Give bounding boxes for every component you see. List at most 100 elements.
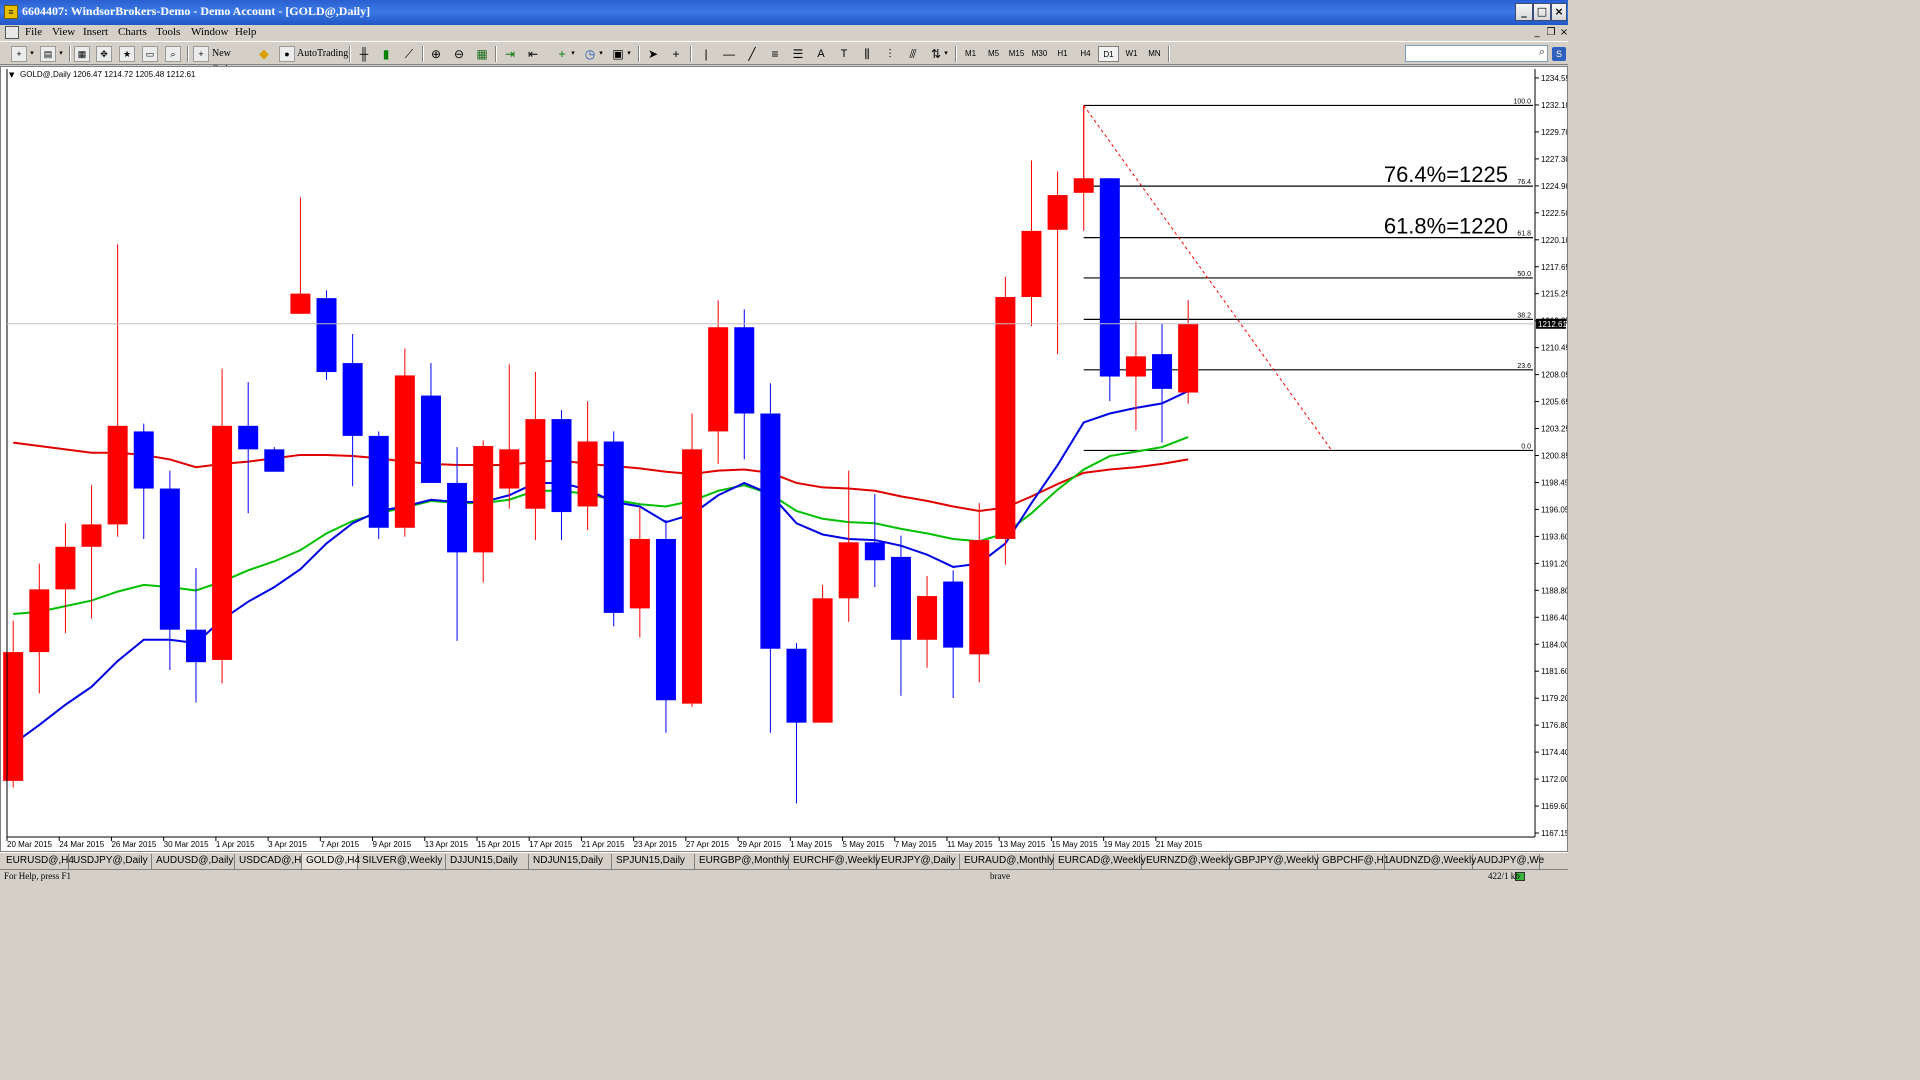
date-tick-label: 7 Apr 2015 bbox=[320, 840, 359, 849]
timeframe-m1[interactable]: M1 bbox=[960, 46, 981, 62]
autotrading-button[interactable]: AutoTrading bbox=[297, 46, 348, 62]
chart-window-icon[interactable] bbox=[5, 26, 19, 39]
menu-window[interactable]: Window bbox=[191, 26, 228, 38]
child-restore-icon[interactable]: ❐ bbox=[1544, 26, 1558, 39]
text-icon[interactable]: A bbox=[813, 46, 829, 62]
vertical-line-icon[interactable]: | bbox=[698, 46, 714, 62]
terminal-icon[interactable]: ▭ bbox=[142, 46, 158, 62]
new-order-button[interactable]: New Order bbox=[212, 46, 252, 75]
child-minimize-icon[interactable]: _ bbox=[1530, 26, 1544, 39]
indicators-icon[interactable]: + bbox=[554, 46, 570, 62]
timeframe-mn[interactable]: MN bbox=[1144, 46, 1165, 62]
metaeditor-icon[interactable]: ◆ bbox=[256, 46, 272, 62]
menu-charts[interactable]: Charts bbox=[118, 26, 147, 38]
menu-help[interactable]: Help bbox=[235, 26, 256, 38]
price-tick-label: 1234.55 bbox=[1541, 74, 1567, 83]
cursor-icon[interactable]: ➤ bbox=[645, 46, 661, 62]
chart-window[interactable]: 100.0 76.4 61.8 50.0 38.2 23.6 0.0 76.4%=1225 61… bbox=[0, 66, 1568, 852]
chevron-down-icon[interactable]: ▾ bbox=[625, 46, 633, 62]
symbol-tab[interactable]: GBPCHF@,H1 bbox=[1318, 854, 1389, 869]
chart-shift-icon[interactable]: ⇤ bbox=[525, 46, 541, 62]
candle-body bbox=[420, 395, 441, 483]
date-tick-label: 9 Apr 2015 bbox=[373, 840, 412, 849]
equidistant-channel-icon[interactable]: ≡ bbox=[767, 46, 783, 62]
timeframe-h4[interactable]: H4 bbox=[1075, 46, 1096, 62]
timeframe-d1[interactable]: D1 bbox=[1098, 46, 1119, 62]
data-window-icon[interactable]: ✥ bbox=[96, 46, 112, 62]
market-watch-icon[interactable]: ▦ bbox=[74, 46, 90, 62]
search-input[interactable]: ⌕ bbox=[1405, 45, 1548, 62]
timeframe-w1[interactable]: W1 bbox=[1121, 46, 1142, 62]
autoscroll-icon[interactable]: ⇥ bbox=[502, 46, 518, 62]
symbol-tab[interactable]: AUDUSD@,Daily bbox=[152, 854, 235, 869]
fibo-fan-icon[interactable]: ⫶ bbox=[882, 46, 898, 62]
templates-icon[interactable]: ▣ bbox=[610, 46, 626, 62]
fibo-arcs-icon[interactable]: ⫻ bbox=[905, 46, 921, 62]
price-tick-label: 1198.45 bbox=[1541, 478, 1567, 487]
symbol-tab[interactable]: EURJPY@,Daily bbox=[877, 854, 960, 869]
profiles-icon[interactable]: ▤ bbox=[40, 46, 56, 62]
symbol-tab[interactable]: SPJUN15,Daily bbox=[612, 854, 695, 869]
chevron-down-icon[interactable]: ▾ bbox=[569, 46, 577, 62]
community-icon[interactable]: S bbox=[1552, 47, 1566, 61]
minimize-button[interactable]: _ bbox=[1515, 3, 1533, 21]
periods-icon[interactable]: ◷ bbox=[582, 46, 598, 62]
zoom-out-icon[interactable]: ⊖ bbox=[451, 46, 467, 62]
symbol-tab[interactable]: SILVER@,Weekly bbox=[358, 854, 446, 869]
menu-file[interactable]: File bbox=[25, 26, 42, 38]
candle-body bbox=[864, 542, 885, 561]
timeframe-h1[interactable]: H1 bbox=[1052, 46, 1073, 62]
chevron-down-icon[interactable]: ▾ bbox=[57, 46, 65, 62]
candle-body bbox=[316, 298, 337, 373]
close-button[interactable]: × bbox=[1551, 3, 1567, 21]
symbol-tab[interactable]: NDJUN15,Daily bbox=[529, 854, 612, 869]
symbol-tab[interactable]: GOLD@,H4 bbox=[302, 854, 360, 869]
timeframe-m15[interactable]: M15 bbox=[1006, 46, 1027, 62]
symbol-tab[interactable]: EURAUD@,Monthly bbox=[960, 854, 1054, 869]
maximize-button[interactable]: □ bbox=[1533, 3, 1551, 21]
symbol-tab[interactable]: USDJPY@,Daily bbox=[69, 854, 152, 869]
menu-view[interactable]: View bbox=[52, 26, 75, 38]
line-chart-icon[interactable]: ⟋ bbox=[401, 46, 417, 62]
timeframe-m5[interactable]: M5 bbox=[983, 46, 1004, 62]
price-tick-label: 1186.40 bbox=[1541, 613, 1567, 622]
chevron-down-icon[interactable]: ▾ bbox=[597, 46, 605, 62]
symbol-tab[interactable]: USDCAD@,H4 bbox=[235, 854, 307, 869]
symbol-tab[interactable]: DJJUN15,Daily bbox=[446, 854, 529, 869]
symbol-tab[interactable]: AUDNZD@,Weekly bbox=[1385, 854, 1476, 869]
timeframe-m30[interactable]: M30 bbox=[1029, 46, 1050, 62]
symbol-tab[interactable]: EURNZD@,Weekly bbox=[1142, 854, 1233, 869]
candlestick-chart-icon[interactable]: ▮ bbox=[378, 46, 394, 62]
trendline-icon[interactable]: ╱ bbox=[744, 46, 760, 62]
symbol-tab[interactable]: EURUSD@,H4 bbox=[2, 854, 74, 869]
crosshair-icon[interactable]: + bbox=[668, 46, 684, 62]
new-order-icon[interactable]: + bbox=[193, 46, 209, 62]
symbol-tab[interactable]: AUDJPY@,We bbox=[1473, 854, 1544, 869]
tile-windows-icon[interactable]: ▦ bbox=[474, 46, 490, 62]
text-label-icon[interactable]: T bbox=[836, 46, 852, 62]
horizontal-line-icon[interactable]: — bbox=[721, 46, 737, 62]
fibonacci-icon[interactable]: ☰ bbox=[790, 46, 806, 62]
chevron-down-icon[interactable]: ▾ bbox=[28, 46, 36, 62]
new-chart-icon[interactable]: + bbox=[11, 46, 27, 62]
symbol-tab[interactable]: EURGBP@,Monthly bbox=[695, 854, 789, 869]
date-tick-label: 15 Apr 2015 bbox=[477, 840, 521, 849]
price-chart[interactable]: 100.0 76.4 61.8 50.0 38.2 23.6 0.0 76.4%=1225 61… bbox=[1, 67, 1567, 851]
autotrading-icon[interactable]: ● bbox=[279, 46, 295, 62]
price-tick-label: 1208.05 bbox=[1541, 371, 1567, 380]
navigator-icon[interactable]: ★ bbox=[119, 46, 135, 62]
chart-collapse-icon[interactable]: ▼ bbox=[9, 71, 15, 79]
zoom-in-icon[interactable]: ⊕ bbox=[428, 46, 444, 62]
symbol-tab[interactable]: EURCHF@,Weekly bbox=[789, 854, 880, 869]
child-close-icon[interactable]: × bbox=[1557, 26, 1571, 39]
chevron-down-icon[interactable]: ▾ bbox=[942, 46, 950, 62]
menu-insert[interactable]: Insert bbox=[83, 26, 108, 38]
symbol-tab[interactable]: EURCAD@,Weekly bbox=[1054, 854, 1146, 869]
bar-chart-icon[interactable]: ╫ bbox=[356, 46, 372, 62]
strategy-tester-icon[interactable]: ⌕ bbox=[165, 46, 181, 62]
search-icon[interactable]: ⌕ bbox=[1539, 46, 1545, 59]
menu-tools[interactable]: Tools bbox=[156, 26, 180, 38]
symbol-tab[interactable]: GBPJPY@,Weekly bbox=[1230, 854, 1319, 869]
gann-icon[interactable]: ⫼ bbox=[859, 46, 875, 62]
candle-body bbox=[838, 542, 859, 599]
